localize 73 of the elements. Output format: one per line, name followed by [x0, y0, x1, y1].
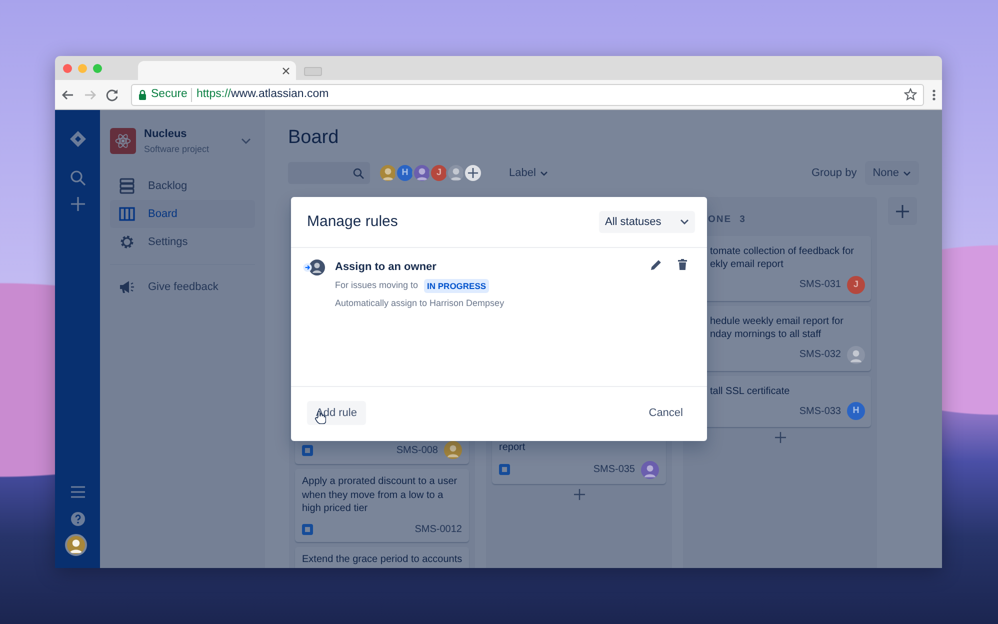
- initial-avatar[interactable]: H: [395, 163, 415, 184]
- rule-action: Automatically assign to Harrison Dempsey: [335, 297, 504, 310]
- issue-key: SMS-033: [799, 404, 841, 419]
- card-title: Apply a prorated discount to a user when they move from a low to a high priced tier: [302, 475, 458, 516]
- plus-icon[interactable]: [896, 204, 909, 218]
- cancel-button[interactable]: Cancel: [640, 400, 691, 425]
- rule-condition: For issues moving to: [335, 279, 418, 292]
- issue-key: SMS-035: [593, 462, 635, 478]
- sidebar-item[interactable]: Settings: [110, 228, 255, 256]
- close-window-button[interactable]: [63, 64, 72, 72]
- trash-icon[interactable]: [678, 259, 687, 270]
- search-field[interactable]: [288, 162, 370, 184]
- plus-icon[interactable]: [468, 168, 478, 178]
- issue-key: SMS-008: [396, 442, 438, 458]
- sidebar-item[interactable]: Backlog: [110, 172, 255, 200]
- card-title: tall SSL certificate: [709, 384, 791, 398]
- card-title: Extend the grace period to accounts: [302, 552, 462, 566]
- initial-avatar: J: [847, 276, 865, 294]
- issue-key: SMS-0012: [414, 522, 462, 537]
- group-by-label: Group by: [811, 166, 857, 181]
- user-avatar[interactable]: [65, 534, 87, 556]
- sidebar-item[interactable]: Board: [110, 200, 255, 228]
- search-icon: [353, 168, 364, 179]
- page-title: Board: [288, 127, 340, 150]
- close-icon[interactable]: [282, 66, 290, 74]
- issue-card[interactable]: Extend the grace period to accounts: [295, 546, 469, 568]
- status-filter-dropdown[interactable]: All statuses: [599, 211, 695, 233]
- column-title: ONE: [708, 213, 732, 228]
- issue-key: SMS-031: [799, 277, 841, 292]
- modal-title: Manage rules: [307, 213, 398, 231]
- chevron-down-icon[interactable]: [903, 170, 911, 176]
- group-by-dropdown[interactable]: None: [864, 161, 919, 186]
- back-icon[interactable]: [61, 88, 75, 102]
- menu-icon[interactable]: [70, 486, 84, 498]
- column-count: 3: [740, 213, 746, 228]
- search-icon[interactable]: [70, 170, 86, 186]
- issue-key: SMS-032: [799, 347, 841, 362]
- maximize-window-button[interactable]: [93, 64, 102, 72]
- issue-card[interactable]: Apply a prorated discount to a user when they move from a low to a high priced tier SMS-0012: [295, 469, 469, 542]
- plus-icon[interactable]: [774, 432, 786, 444]
- assign-user-icon: [303, 259, 326, 276]
- project-type: Software project: [144, 142, 210, 156]
- status-lozenge: IN PROGRESS: [424, 278, 490, 294]
- project-name: Nucleus: [144, 127, 188, 142]
- more-menu-icon[interactable]: [932, 88, 936, 102]
- gear-icon: [119, 234, 135, 250]
- card-title: tomate collection of feedback for ekly email report: [709, 244, 855, 272]
- initial-avatar[interactable]: J: [429, 163, 449, 184]
- diamond-logo-icon[interactable]: [68, 130, 86, 148]
- rule-title: Assign to an owner: [335, 260, 438, 275]
- pencil-icon[interactable]: [650, 259, 662, 271]
- issue-card[interactable]: SMS-008: [295, 439, 469, 464]
- board-icon: [119, 206, 135, 222]
- card-title: report: [499, 441, 526, 455]
- url-text: https://www.atlassian.com: [196, 86, 329, 102]
- reload-icon[interactable]: [105, 88, 119, 102]
- address-bar[interactable]: Secure https://www.atlassian.com: [131, 84, 924, 106]
- help-icon[interactable]: [70, 512, 84, 526]
- chevron-down-icon[interactable]: [540, 170, 548, 176]
- initial-avatar: H: [847, 402, 865, 420]
- add-column-button[interactable]: [888, 197, 917, 226]
- issue-card[interactable]: report SMS-035: [492, 439, 666, 484]
- chevron-down-icon[interactable]: [680, 219, 689, 225]
- sidebar-item[interactable]: Give feedback: [110, 273, 255, 301]
- secure-label: Secure: [151, 86, 188, 102]
- backlog-icon: [119, 178, 135, 194]
- card-title: hedule weekly email report for nday mornings to all staff: [709, 314, 844, 342]
- project-logo[interactable]: [110, 128, 136, 154]
- plus-icon[interactable]: [574, 488, 584, 500]
- bookmark-star-icon[interactable]: [904, 88, 917, 101]
- megaphone-icon: [119, 280, 135, 294]
- lock-icon: [138, 89, 147, 100]
- label-filter-button[interactable]: Label: [501, 160, 556, 186]
